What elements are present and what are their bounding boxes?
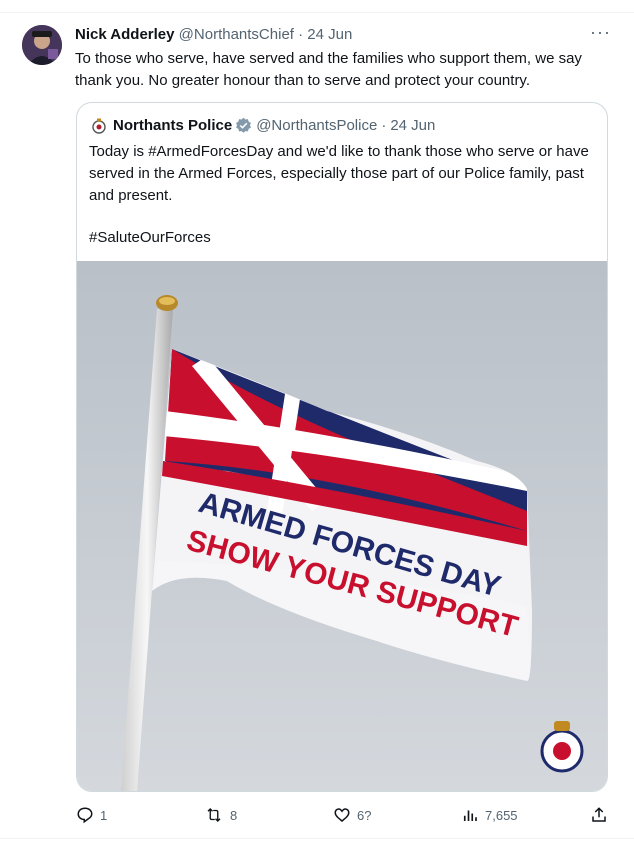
quoted-tweet-text: Today is #ArmedForcesDay and we'd like t… — [89, 141, 594, 249]
repost-count: 8 — [230, 807, 238, 823]
action-bar: 1 8 6? 7,655 — [0, 806, 634, 826]
reply-count: 1 — [100, 807, 108, 823]
author-handle[interactable]: @NorthantsChief — [179, 26, 294, 43]
author-name[interactable]: Nick Adderley — [75, 26, 175, 43]
like-icon — [334, 808, 350, 822]
reply-icon — [77, 807, 93, 824]
police-badge-icon — [92, 118, 106, 134]
quoted-header-separator: · — [381, 117, 387, 134]
views-icon — [463, 810, 477, 821]
quoted-tweet-body: Today is #ArmedForcesDay and we'd like t… — [89, 143, 589, 204]
like-button[interactable]: 6? — [333, 806, 371, 824]
views-button[interactable]: 7,655 — [461, 806, 518, 824]
tweet-text: To those who serve, have served and the … — [75, 50, 582, 89]
view-count: 7,655 — [485, 807, 518, 823]
verified-badge-icon[interactable] — [235, 117, 252, 134]
quoted-tweet-date[interactable]: 24 Jun — [390, 117, 435, 134]
repost-icon — [207, 808, 221, 822]
quoted-tweet-header: Northants Police @NorthantsPolice · 24 J… — [91, 117, 435, 134]
share-icon — [592, 807, 606, 822]
repost-button[interactable]: 8 — [204, 806, 237, 824]
like-count: 6? — [357, 807, 372, 823]
header-separator: · — [298, 26, 304, 43]
quoted-author-name[interactable]: Northants Police — [113, 117, 232, 134]
quoted-tweet[interactable]: Northants Police @NorthantsPolice · 24 J… — [76, 102, 608, 792]
author-avatar[interactable] — [22, 25, 62, 65]
top-divider — [0, 12, 634, 13]
share-button[interactable] — [590, 806, 614, 824]
bottom-divider — [0, 838, 634, 839]
tweet-header: Nick Adderley @NorthantsChief · 24 Jun — [75, 26, 352, 43]
avatar-image — [22, 25, 62, 65]
tweet-date[interactable]: 24 Jun — [307, 26, 352, 43]
armed-forces-flag-image: ARMED FORCES DAY SHOW YOUR SUPPORT — [77, 261, 607, 791]
reply-button[interactable]: 1 — [76, 806, 107, 824]
quoted-author-handle[interactable]: @NorthantsPolice — [256, 117, 377, 134]
tweet-photo[interactable]: ARMED FORCES DAY SHOW YOUR SUPPORT — [77, 261, 607, 791]
quoted-tweet-hashtag[interactable]: #SaluteOurForces — [89, 227, 594, 249]
more-dots-icon[interactable]: ··· — [590, 22, 611, 43]
